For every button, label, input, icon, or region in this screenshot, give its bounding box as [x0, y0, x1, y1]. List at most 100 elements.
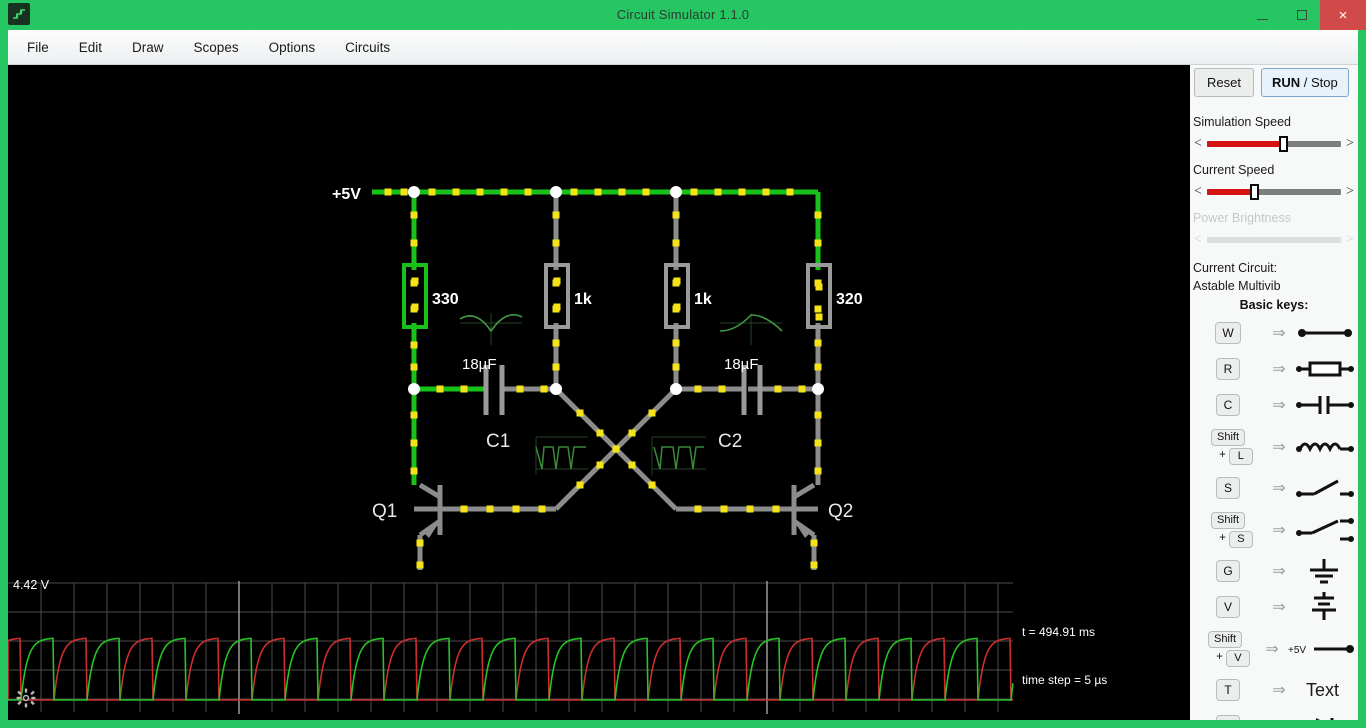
keycap-shift[interactable]: Shift	[1210, 428, 1245, 446]
keycap-group: W	[1190, 315, 1266, 351]
switch-icon	[1292, 470, 1358, 506]
minimize-button[interactable]	[1242, 0, 1282, 30]
q2-emitter-arrow	[794, 521, 812, 538]
run-label: RUN	[1271, 75, 1301, 90]
sim-speed-decrease-icon[interactable]: <	[1192, 136, 1204, 152]
power-brightness-decrease-icon: <	[1194, 232, 1202, 247]
key-row-ground: G ⇒	[1190, 553, 1358, 589]
scope-trace-a	[8, 637, 1013, 701]
window-title: Circuit Simulator 1.1.0	[616, 7, 750, 22]
sim-time: t = 494.91 ms	[1022, 625, 1096, 639]
keycap-l[interactable]: L	[1228, 447, 1253, 465]
resistor-1k-right-label: 1k	[694, 291, 712, 308]
close-button[interactable]: ×	[1320, 0, 1366, 30]
circuit-canvas[interactable]: +5V 330 1k 1k 320 18µF 18µF C1 C2 Q1 Q2	[8, 65, 1190, 575]
keycap-group: Shift + L	[1190, 423, 1266, 470]
simulation-speed-slider[interactable]: < >	[1192, 135, 1356, 153]
keycap-t[interactable]: T	[1216, 679, 1240, 701]
keycap-s[interactable]: S	[1228, 530, 1253, 548]
simulation-speed-label: Simulation Speed	[1193, 115, 1291, 129]
double-arrow-icon: ⇒	[1272, 438, 1286, 456]
key-row-rail-5v: Shift + V ⇒ +5V	[1190, 625, 1358, 672]
key-row-text: T ⇒ Text	[1190, 672, 1358, 708]
sim-speed-track[interactable]	[1207, 136, 1341, 152]
sidebar-controls: Reset RUN / Stop	[1194, 68, 1349, 97]
inductor-icon	[1292, 423, 1358, 470]
double-arrow-icon: ⇒	[1272, 563, 1286, 580]
double-arrow-icon: ⇒	[1272, 682, 1286, 699]
mini-scope-c2	[719, 313, 783, 345]
keycap-shift[interactable]: Shift	[1208, 630, 1243, 648]
keycap-group: R	[1190, 351, 1266, 387]
q1-emitter-arrow	[422, 521, 440, 538]
sim-speed-increase-icon[interactable]: >	[1344, 136, 1356, 152]
keycap-v[interactable]: V	[1216, 596, 1240, 618]
keycap-s[interactable]: S	[1216, 477, 1240, 499]
keycap-g[interactable]: G	[1216, 560, 1240, 582]
text-icon: Text	[1306, 679, 1340, 700]
key-row-voltage-source: V ⇒	[1190, 589, 1358, 625]
transistor-q2-symbol	[791, 482, 818, 570]
current-circuit-label: Current Circuit:	[1193, 261, 1278, 275]
menu-item-circuits[interactable]: Circuits	[334, 36, 401, 59]
double-arrow-icon: ⇒	[1272, 361, 1286, 378]
keycap-v[interactable]: V	[1225, 649, 1250, 667]
power-brightness-slider: < >	[1192, 231, 1356, 249]
keycap-w[interactable]: W	[1215, 322, 1241, 344]
key-row-diode: D⇒	[1190, 708, 1358, 720]
key-row-inductor: Shift + L ⇒	[1190, 423, 1358, 470]
keycap-shift[interactable]: Shift	[1210, 511, 1245, 529]
double-arrow-icon: ⇒	[1272, 480, 1286, 497]
double-arrow-icon: ⇒	[1272, 521, 1286, 539]
stop-label: / Stop	[1300, 75, 1338, 90]
keycap-group: C	[1190, 387, 1266, 423]
keycap-r[interactable]: R	[1216, 358, 1240, 380]
scope-trace-b	[8, 637, 1014, 701]
transistor-q2-label: Q2	[828, 501, 853, 522]
mini-scope-q1-base	[535, 436, 588, 475]
double-arrow-icon: ⇒	[1272, 325, 1286, 342]
menu-item-file[interactable]: File	[16, 36, 60, 59]
resistor-icon	[1292, 351, 1358, 387]
window-frame-left	[0, 30, 8, 728]
resistor-320-label: 320	[836, 291, 863, 308]
diode-icon	[1292, 708, 1358, 720]
menu-item-edit[interactable]: Edit	[68, 36, 113, 59]
keycap-group: G	[1190, 553, 1266, 589]
transistor-q1-label: Q1	[372, 501, 397, 522]
keycap-d[interactable]: D	[1216, 715, 1240, 720]
oscilloscope-panel[interactable]: 4.42 V	[8, 575, 1190, 720]
voltage-source-icon	[1292, 589, 1358, 625]
current-speed-track[interactable]	[1207, 184, 1341, 200]
current-speed-decrease-icon[interactable]: <	[1192, 184, 1204, 200]
run-stop-button[interactable]: RUN / Stop	[1260, 68, 1349, 97]
wire-icon	[1292, 315, 1358, 351]
rail-5v-icon: +5V	[1284, 625, 1358, 672]
current-speed-slider[interactable]: < >	[1192, 183, 1356, 201]
key-row-wire: W ⇒	[1190, 315, 1358, 351]
window-frame-bottom	[0, 720, 1366, 728]
capacitor-c2-value-label: 18µF	[724, 356, 759, 373]
menu-item-draw[interactable]: Draw	[121, 36, 175, 59]
right-sidebar: Reset RUN / Stop Simulation Speed < > Cu…	[1190, 65, 1358, 720]
keycap-group: S	[1190, 470, 1266, 506]
keycap-c[interactable]: C	[1216, 394, 1240, 416]
power-brightness-track	[1207, 237, 1341, 243]
menu-item-scopes[interactable]: Scopes	[183, 36, 250, 59]
reset-button[interactable]: Reset	[1194, 68, 1254, 97]
title-bar: Circuit Simulator 1.1.0 ×	[0, 0, 1366, 30]
circuit-simulator-window: Circuit Simulator 1.1.0 × File Edit Draw…	[0, 0, 1366, 728]
resistor-330-symbol	[402, 263, 428, 329]
maximize-button[interactable]	[1284, 0, 1320, 30]
key-row-spdt-switch: Shift + S ⇒	[1190, 506, 1358, 553]
gear-icon[interactable]	[16, 688, 36, 713]
menu-bar: File Edit Draw Scopes Options Circuits	[8, 30, 1358, 65]
menu-item-options[interactable]: Options	[258, 36, 327, 59]
capacitor-c1-label: C1	[486, 431, 510, 452]
capacitor-icon	[1292, 387, 1358, 423]
capacitor-c2-label: C2	[718, 431, 742, 452]
sim-timestep: time step = 5 µs	[1022, 673, 1108, 687]
current-speed-increase-icon[interactable]: >	[1344, 184, 1356, 200]
double-arrow-icon: ⇒	[1272, 397, 1286, 414]
keycap-group: T	[1190, 672, 1266, 708]
